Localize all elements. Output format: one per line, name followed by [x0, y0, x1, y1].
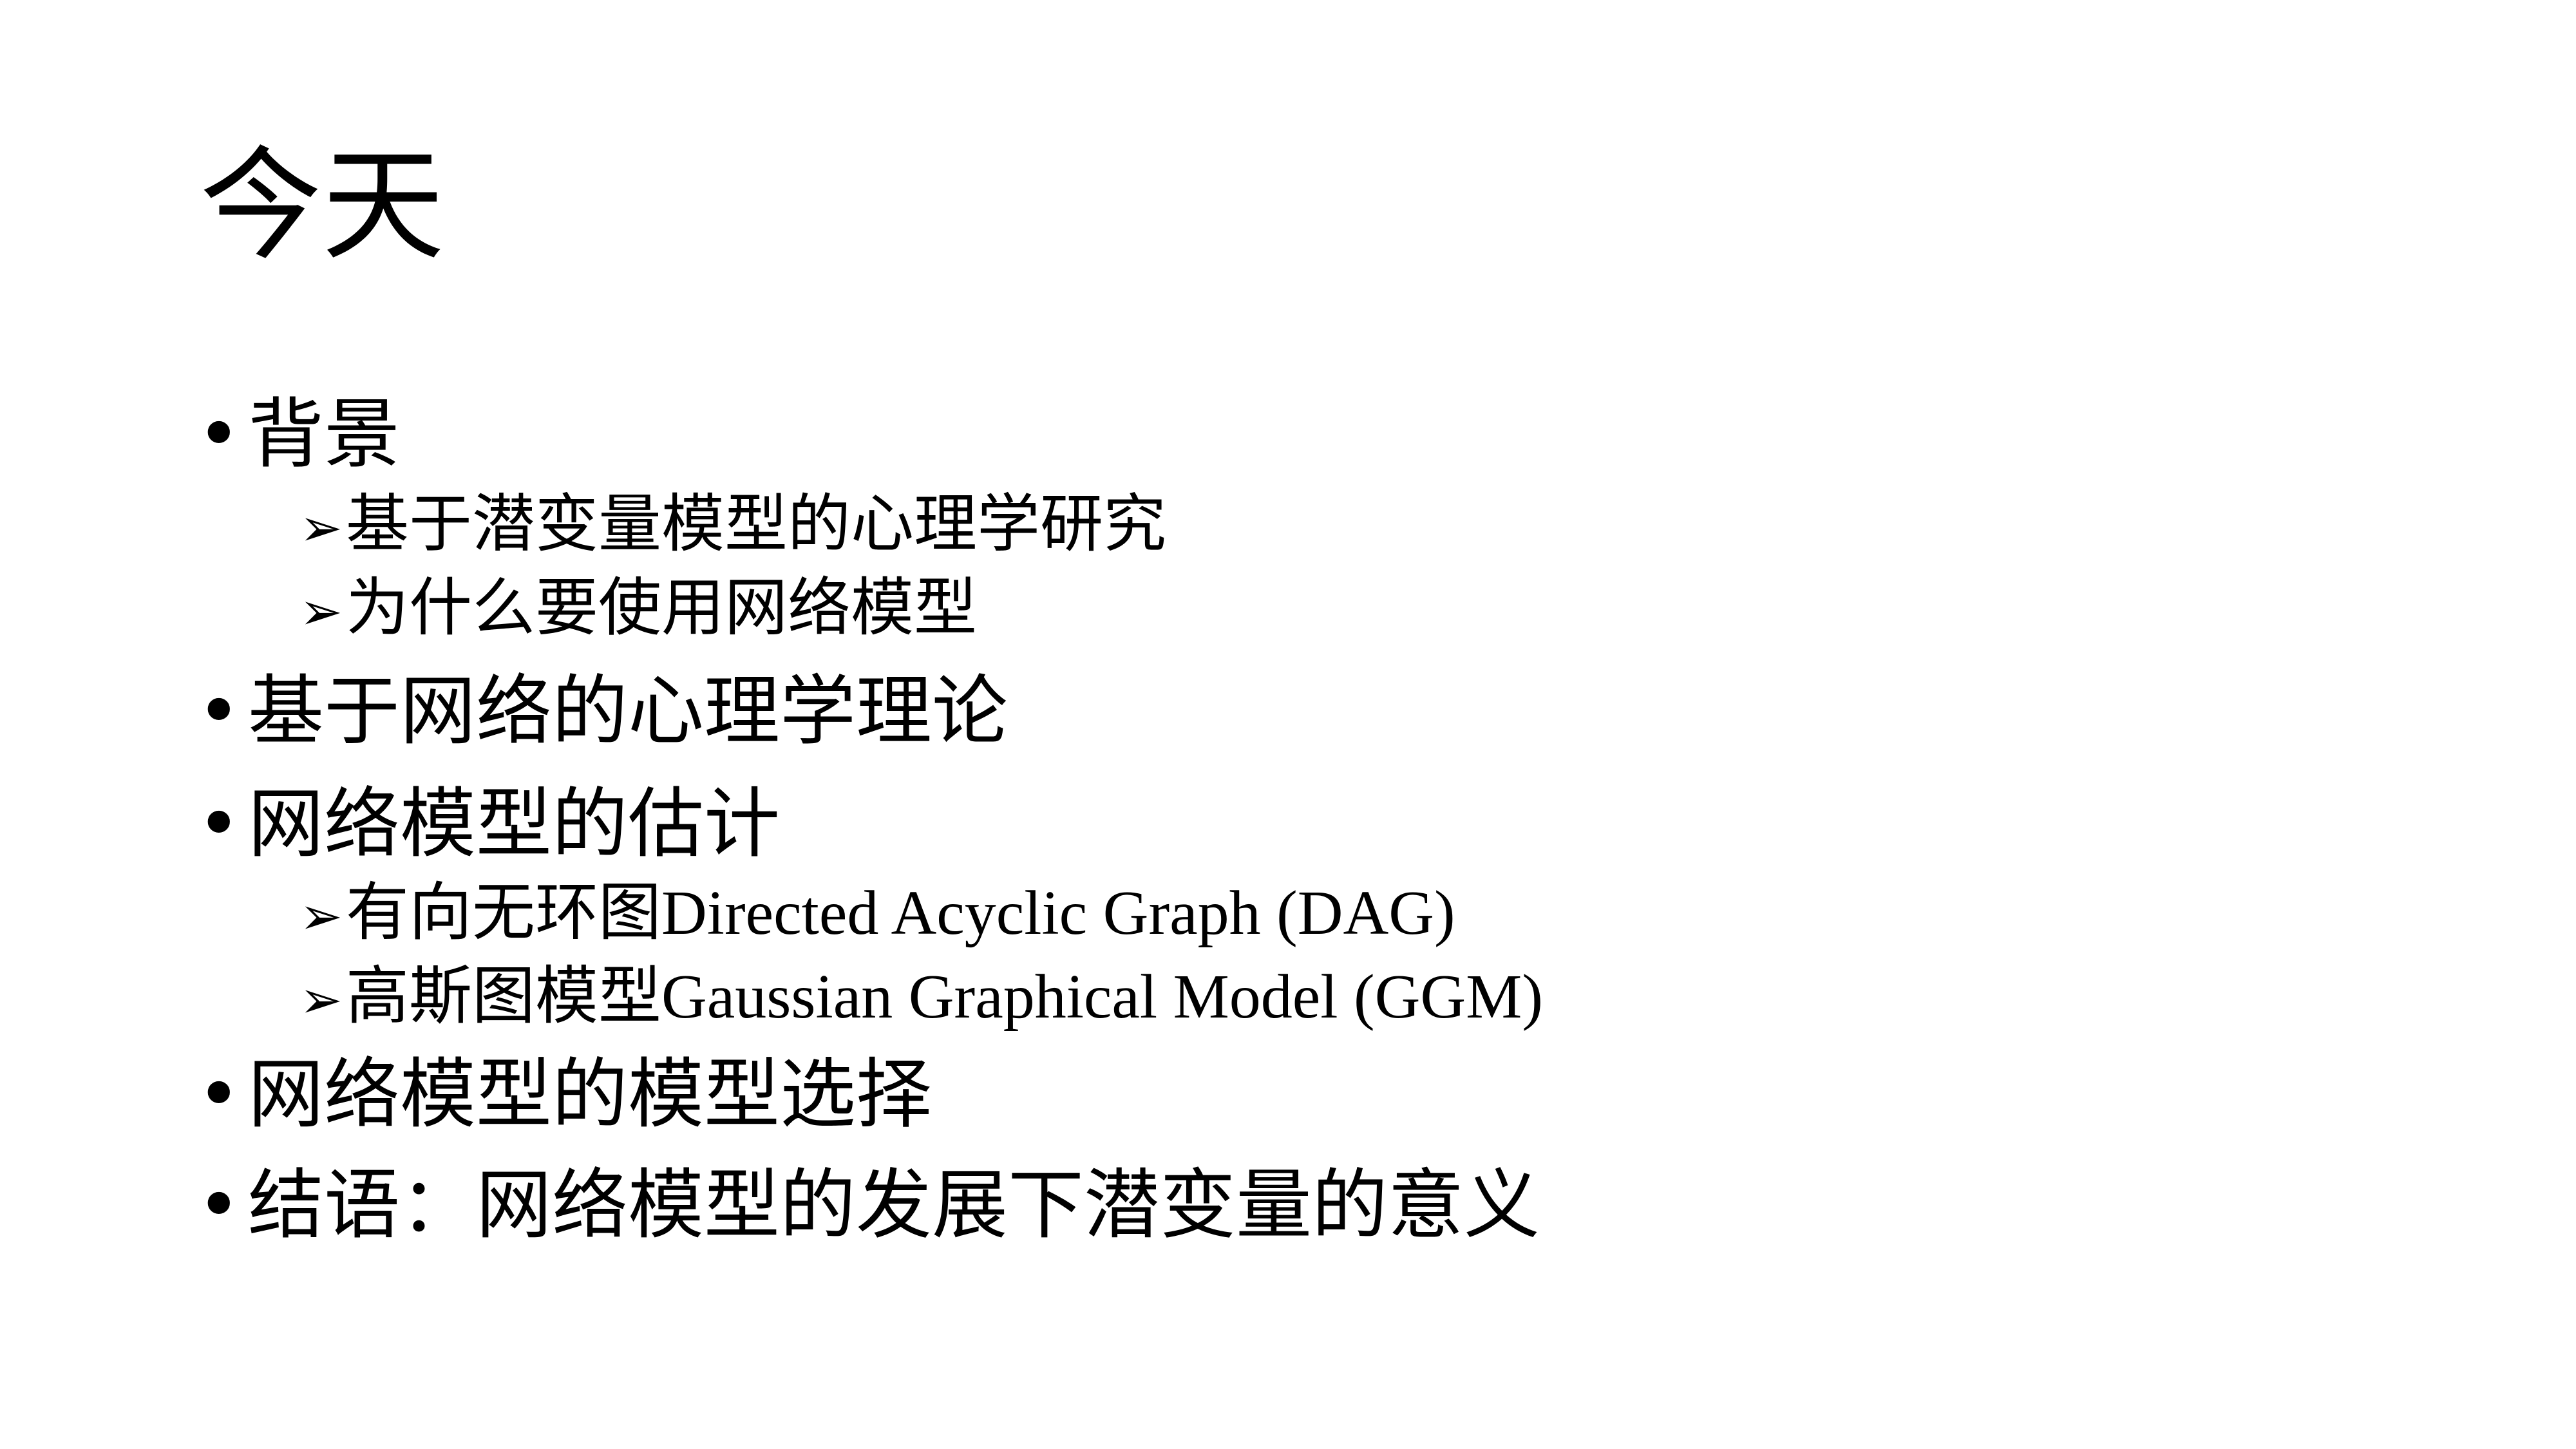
bullet-marker: • — [196, 779, 242, 868]
sub-item-ggm: ➢高斯图模型Gaussian Graphical Model (GGM) — [299, 965, 1543, 1028]
sub-item-text-en: Gaussian Graphical Model (GGM) — [661, 962, 1543, 1032]
sub-item-dag: ➢有向无环图Directed Acyclic Graph (DAG) — [299, 881, 1455, 945]
sub-item-text-en: Directed Acyclic Graph (DAG) — [661, 878, 1455, 948]
bullet-marker: • — [196, 667, 242, 755]
bullet-item-model-selection: •网络模型的模型选择 — [196, 1056, 932, 1132]
bullet-marker: • — [196, 390, 242, 478]
arrow-bullet-icon: ➢ — [299, 970, 343, 1030]
sub-item-text: 为什么要使用网络模型 — [346, 571, 978, 645]
bullet-text: 结语：网络模型的发展下潜变量的意义 — [248, 1160, 1540, 1249]
arrow-bullet-icon: ➢ — [299, 498, 343, 558]
sub-item-text: 基于潜变量模型的心理学研究 — [346, 488, 1167, 561]
bullet-item-network-estimation: •网络模型的估计 — [196, 786, 780, 862]
sub-item-why-network-models: ➢为什么要使用网络模型 — [299, 576, 977, 639]
slide-title: 今天 — [200, 135, 445, 277]
bullet-text: 网络模型的估计 — [248, 779, 781, 868]
bullet-item-background: •背景 — [196, 396, 400, 472]
bullet-marker: • — [196, 1050, 242, 1139]
bullet-text: 背景 — [248, 390, 401, 478]
bullet-text: 基于网络的心理学理论 — [248, 667, 1009, 755]
bullet-marker: • — [196, 1160, 242, 1249]
sub-item-latent-variable-research: ➢基于潜变量模型的心理学研究 — [299, 493, 1166, 556]
bullet-text: 网络模型的模型选择 — [248, 1050, 933, 1139]
sub-item-text-zh: 高斯图模型 — [346, 960, 662, 1033]
bullet-item-network-theory: •基于网络的心理学理论 — [196, 673, 1008, 749]
arrow-bullet-icon: ➢ — [299, 582, 343, 641]
arrow-bullet-icon: ➢ — [299, 886, 343, 946]
sub-item-text-zh: 有向无环图 — [346, 876, 662, 949]
bullet-item-conclusion: •结语：网络模型的发展下潜变量的意义 — [196, 1167, 1540, 1243]
